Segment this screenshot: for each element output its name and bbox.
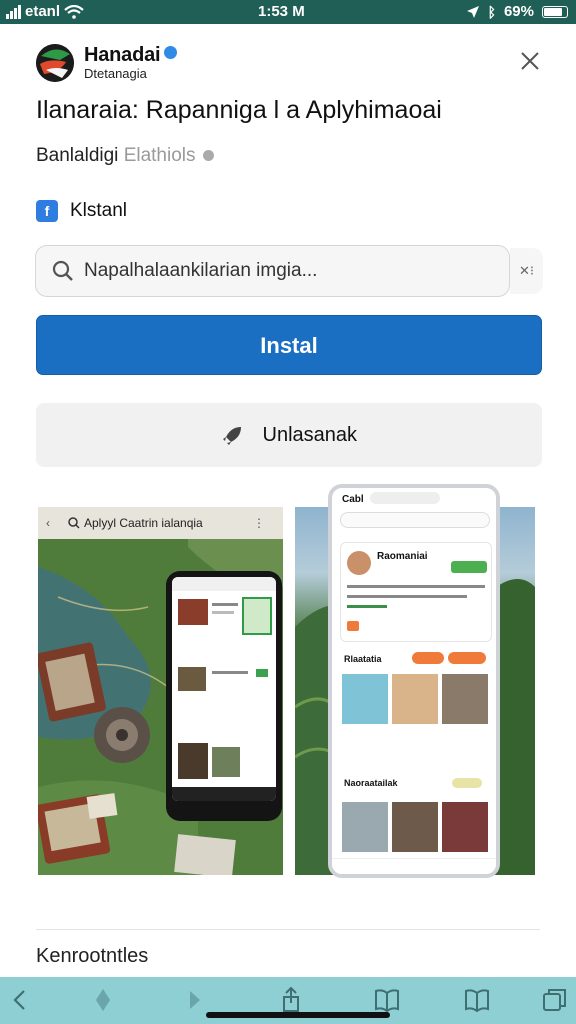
person-thumb-4 xyxy=(342,802,388,852)
search-icon xyxy=(68,517,80,529)
profile-avatar xyxy=(347,551,371,575)
thumb-2 xyxy=(178,667,206,691)
screenshot1-searchbar: ‹ Aplyyl Caatrin ialanqia ⋮ xyxy=(38,507,283,539)
person-thumb-3 xyxy=(442,674,488,724)
phone2-top-label: Cabl xyxy=(342,494,364,505)
divider xyxy=(36,929,540,930)
phone2-search xyxy=(340,512,490,528)
page-title: Ilanaraia: Rapanniga l a Aplyhimaoai xyxy=(36,96,442,124)
search-icon xyxy=(52,260,73,281)
more-options-icon[interactable]: ✕⁝ xyxy=(510,248,543,294)
bookmarks-icon[interactable] xyxy=(372,985,402,1015)
tabs-icon[interactable] xyxy=(540,985,570,1015)
chip-2 xyxy=(448,652,486,664)
profile-tag xyxy=(347,621,359,631)
signal-icon xyxy=(6,4,21,19)
section-heading: Kenrootntles xyxy=(36,945,149,967)
reading-list-icon[interactable] xyxy=(462,985,492,1015)
verified-badge-icon xyxy=(164,46,178,59)
sparkle-icon[interactable] xyxy=(88,985,118,1015)
phone2-tabbar xyxy=(332,858,496,874)
more-vert-icon: ⋮ xyxy=(253,516,265,530)
search-box xyxy=(35,245,510,297)
line-1 xyxy=(212,603,238,606)
person-thumb-1 xyxy=(342,674,388,724)
subtitle-muted: Elathiols xyxy=(123,145,196,166)
chip-3 xyxy=(452,778,482,788)
phone2-section2: Naoraatailak xyxy=(344,778,398,788)
line-3 xyxy=(212,671,248,674)
follow-button xyxy=(451,561,487,573)
battery-label: 69% xyxy=(503,3,534,20)
thumb-1 xyxy=(178,599,208,625)
search-input[interactable] xyxy=(84,246,494,295)
back-icon: ‹ xyxy=(46,516,50,530)
tag-green xyxy=(256,669,268,677)
thumb-map xyxy=(242,597,272,635)
phone-mockup xyxy=(166,571,282,821)
phone-mockup-2: Cabl Raomaniai Rlaatatia Naoraatailak xyxy=(328,484,500,878)
phone2-notch xyxy=(370,492,440,504)
subtitle: Banlaldigi Elathiols xyxy=(36,145,214,167)
app-screenshot-1[interactable]: ‹ Aplyyl Caatrin ialanqia ⋮ xyxy=(38,507,283,875)
person-thumb-5 xyxy=(392,802,438,852)
screenshot1-search-text: Aplyyl Caatrin ialanqia xyxy=(84,516,203,530)
chip-1 xyxy=(412,652,444,664)
profile-name: Raomaniai xyxy=(377,551,428,562)
app-name: Hanadai xyxy=(84,44,161,66)
app-logo xyxy=(36,44,74,82)
share-icon[interactable] xyxy=(276,985,306,1015)
person-thumb-6 xyxy=(442,802,488,852)
install-button[interactable]: Instal xyxy=(36,315,542,375)
location-icon xyxy=(466,5,479,18)
thumb-4 xyxy=(212,747,240,777)
profile-line-1 xyxy=(347,585,485,588)
phone-screen xyxy=(172,577,276,801)
category-row[interactable]: f Klstanl xyxy=(36,200,127,222)
status-bar: etanl 1:53 M ᛒ 69% xyxy=(0,0,576,24)
phone2-section1: Rlaatatia xyxy=(344,654,382,664)
rocket-icon xyxy=(222,426,241,445)
app-header: Hanadai Dtetanagia xyxy=(36,40,546,86)
phone-nav xyxy=(172,787,276,801)
phone-topbar xyxy=(172,577,276,591)
thumb-3 xyxy=(178,743,208,779)
home-indicator xyxy=(206,1012,390,1018)
bluetooth-icon: ᛒ xyxy=(487,3,496,20)
app-category-icon: f xyxy=(36,200,58,222)
profile-line-3 xyxy=(347,605,387,608)
info-icon[interactable] xyxy=(202,150,214,162)
category-label: Klstanl xyxy=(70,200,128,221)
profile-line-2 xyxy=(347,595,467,598)
developer-name[interactable]: Dtetanagia xyxy=(84,66,147,81)
subtitle-main: Banlaldigi xyxy=(36,145,119,166)
uninstall-label: Unlasanak xyxy=(262,424,358,446)
wifi-icon xyxy=(64,4,84,19)
clock: 1:53 M xyxy=(258,3,305,20)
uninstall-button[interactable]: Unlasanak xyxy=(36,403,542,467)
person-thumb-2 xyxy=(392,674,438,724)
profile-card: Raomaniai xyxy=(340,542,492,642)
back-icon[interactable] xyxy=(6,985,36,1015)
forward-icon[interactable] xyxy=(180,985,210,1015)
close-icon[interactable] xyxy=(518,50,542,74)
carrier-label: etanl xyxy=(25,3,61,20)
line-2 xyxy=(212,611,234,614)
battery-icon xyxy=(542,5,568,18)
